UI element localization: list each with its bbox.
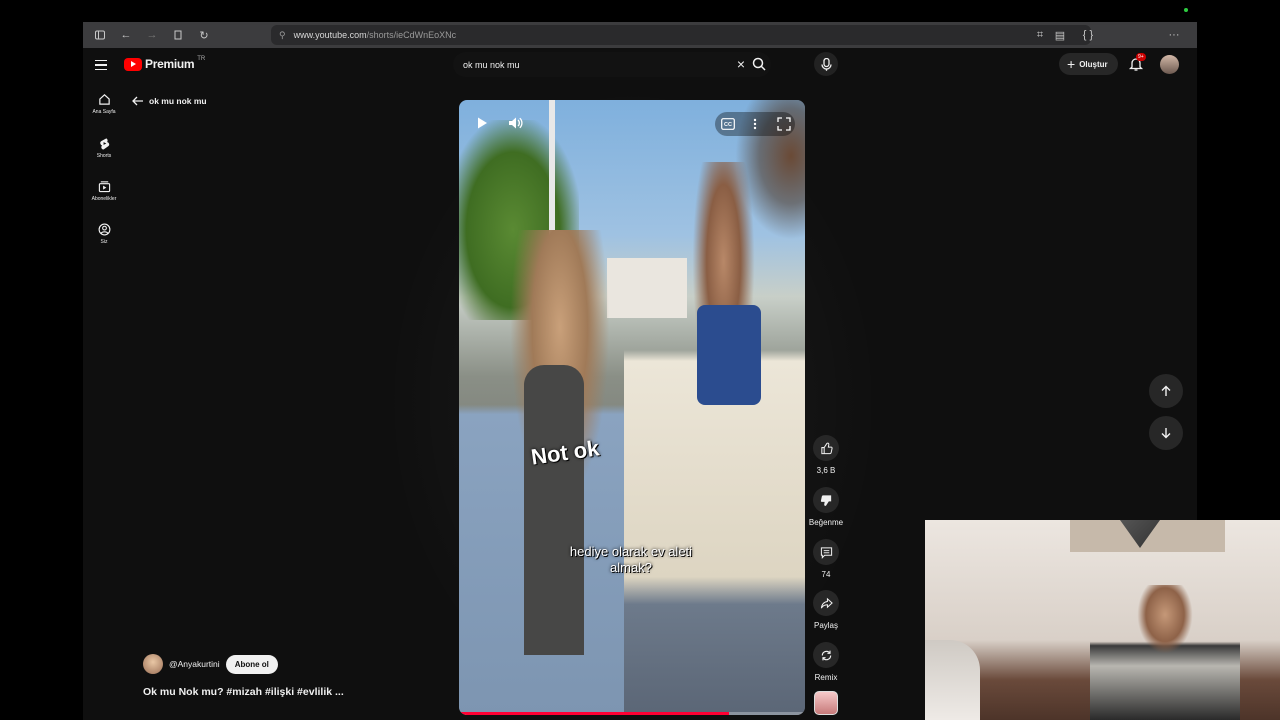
- more-menu-icon[interactable]: ···: [1163, 25, 1185, 45]
- youtube-header: Premium TR ok mu nok mu × + Oluştur 9+: [83, 48, 1197, 82]
- share-label: Paylaş: [813, 621, 838, 630]
- subscribe-button[interactable]: Abone ol: [225, 654, 278, 674]
- sidebar-label: Siz: [100, 239, 108, 245]
- previous-short-button[interactable]: [1149, 374, 1183, 408]
- video-scene-man: [624, 162, 805, 715]
- arrow-left-icon: [132, 96, 143, 106]
- search-icon[interactable]: [751, 56, 767, 72]
- sidebar-toggle-icon[interactable]: [89, 25, 111, 45]
- video-caption-small: hediye olarak ev aleti almak?: [569, 544, 693, 575]
- search-query: ok mu nok mu: [463, 59, 520, 70]
- you-icon: [98, 223, 110, 236]
- comment-icon: [820, 546, 832, 559]
- like-count: 3,6 B: [816, 466, 836, 475]
- like-button[interactable]: 3,6 B: [808, 435, 844, 475]
- sidebar-label: Ana Sayfa: [92, 109, 116, 115]
- sidebar-label: Abonelikler: [91, 196, 117, 202]
- back-button[interactable]: ok mu nok mu: [132, 96, 207, 106]
- fullscreen-icon[interactable]: [777, 117, 791, 131]
- address-bar[interactable]: ⚲ www.youtube.com/shorts/ieCdWnEoXNc: [271, 25, 1091, 45]
- sidebar-item-home[interactable]: Ana Sayfa: [83, 93, 125, 115]
- channel-row: @Anyakurtini Abone ol: [143, 654, 278, 674]
- url-host: www.youtube.com: [293, 30, 367, 40]
- share-button[interactable]: Paylaş: [808, 590, 844, 630]
- remix-button[interactable]: Remix: [808, 642, 844, 682]
- youtube-play-icon: [124, 57, 142, 71]
- webcam-overlay: [925, 520, 1280, 720]
- create-button[interactable]: + Oluştur: [1059, 53, 1118, 75]
- svg-text:CC: CC: [724, 122, 732, 128]
- home-icon: [98, 94, 110, 105]
- channel-handle[interactable]: @Anyakurtini: [169, 659, 220, 669]
- shorts-video-player[interactable]: CC Not ok hediye olarak ev aleti almak?: [459, 100, 805, 715]
- video-progress-bar[interactable]: [459, 712, 805, 715]
- bookmark-icon[interactable]: [167, 25, 189, 45]
- notification-badge: 9+: [1136, 53, 1146, 61]
- microphone-icon: [820, 57, 832, 71]
- dislike-button[interactable]: Beğenme: [808, 487, 844, 527]
- more-options-icon[interactable]: [752, 117, 758, 131]
- thumbs-up-icon: [820, 442, 833, 454]
- webcam-person: [1090, 585, 1240, 720]
- recording-indicator: [1184, 8, 1188, 12]
- sidebar-item-you[interactable]: Siz: [83, 223, 125, 245]
- play-icon[interactable]: [475, 116, 489, 130]
- translate-icon[interactable]: ⌗: [1029, 25, 1051, 45]
- site-settings-icon[interactable]: ⚲: [279, 30, 286, 41]
- account-avatar[interactable]: [1160, 55, 1179, 74]
- comment-count: 74: [821, 570, 831, 579]
- shorts-icon: [99, 138, 109, 150]
- search-input[interactable]: ok mu nok mu ×: [453, 52, 771, 77]
- extensions-icon[interactable]: { }: [1077, 25, 1099, 45]
- share-icon: [820, 597, 833, 608]
- subscriptions-icon: [98, 181, 110, 193]
- reader-icon[interactable]: ▤: [1049, 25, 1071, 45]
- youtube-premium-logo[interactable]: Premium TR: [124, 56, 206, 71]
- dislike-label: Beğenme: [808, 518, 844, 527]
- video-scene-shirt: [697, 305, 761, 405]
- sound-thumbnail[interactable]: [814, 691, 838, 715]
- url-path: /shorts/ieCdWnEoXNc: [366, 30, 457, 40]
- reload-icon[interactable]: ↻: [193, 25, 215, 45]
- plus-icon: +: [1067, 56, 1076, 72]
- video-scene-sweater: [524, 365, 584, 655]
- volume-icon[interactable]: [507, 115, 523, 131]
- comments-button[interactable]: 74: [808, 539, 844, 579]
- channel-avatar[interactable]: [143, 654, 163, 674]
- forward-arrow-icon[interactable]: →: [141, 25, 163, 45]
- video-progress-fill: [459, 712, 729, 715]
- sidebar-label: Shorts: [96, 153, 112, 159]
- captions-icon[interactable]: CC: [721, 118, 735, 130]
- hamburger-menu-icon[interactable]: [95, 56, 113, 74]
- next-short-button[interactable]: [1149, 416, 1183, 450]
- create-label: Oluştur: [1079, 59, 1108, 69]
- sidebar-item-subscriptions[interactable]: Abonelikler: [83, 180, 125, 202]
- remix-label: Remix: [814, 673, 838, 682]
- webcam-wall-art: [1070, 520, 1225, 552]
- logo-region: TR: [197, 56, 206, 62]
- back-arrow-icon[interactable]: ←: [115, 25, 137, 45]
- arrow-up-icon: [1161, 385, 1171, 396]
- clear-search-icon[interactable]: ×: [737, 56, 745, 72]
- voice-search-button[interactable]: [814, 52, 838, 76]
- video-title[interactable]: Ok mu Nok mu? #mizah #ilişki #evlilik ..…: [143, 686, 344, 698]
- webcam-person-left: [925, 640, 980, 720]
- sidebar-item-shorts[interactable]: Shorts: [83, 137, 125, 159]
- back-label: ok mu nok mu: [149, 96, 207, 106]
- logo-text: Premium: [145, 57, 195, 71]
- arrow-down-icon: [1161, 428, 1171, 439]
- thumbs-down-icon: [820, 494, 831, 506]
- remix-icon: [821, 650, 831, 660]
